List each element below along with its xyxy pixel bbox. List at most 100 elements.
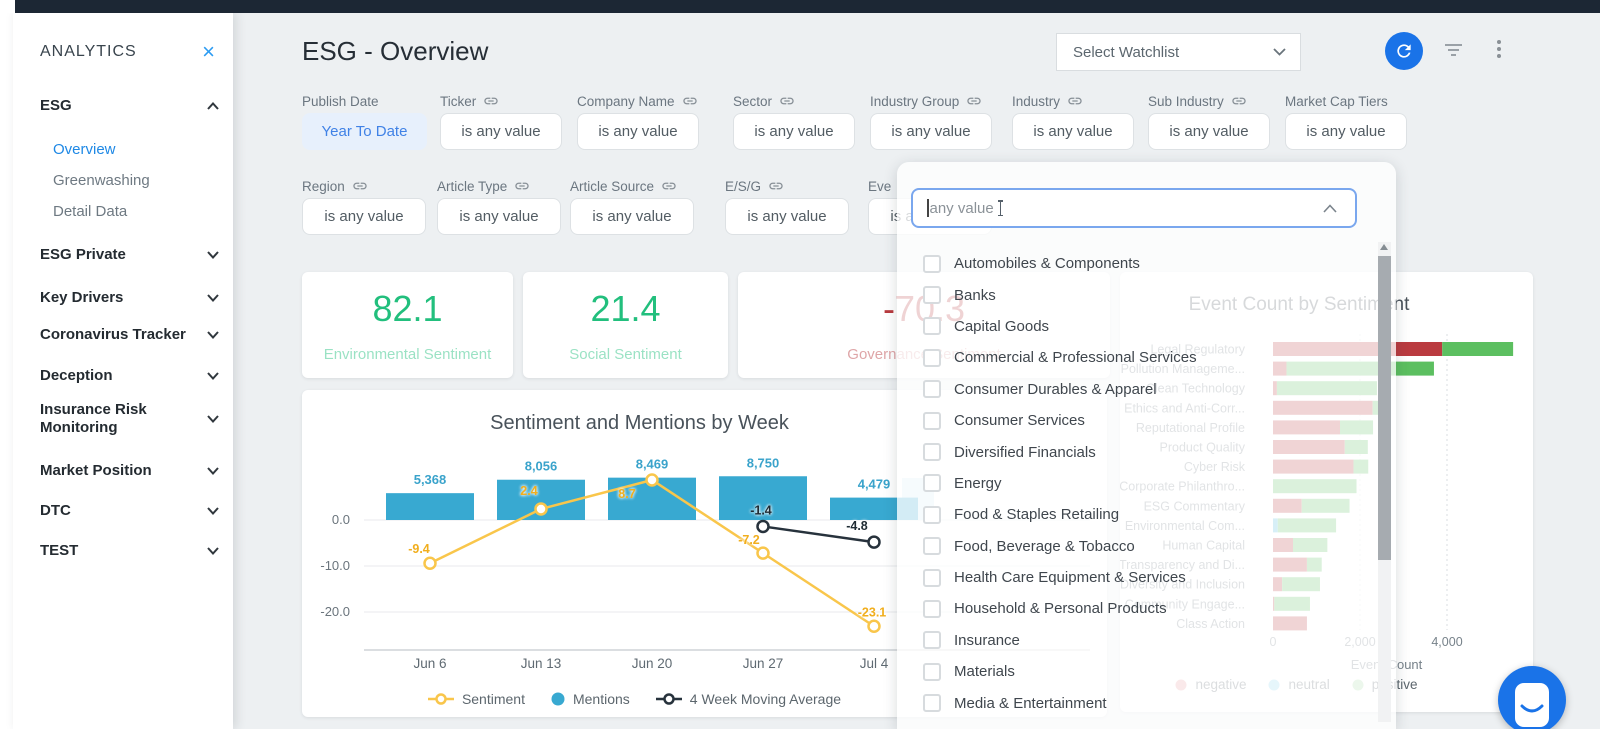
- legend-item-4-week-moving-average[interactable]: 4 Week Moving Average: [656, 691, 841, 707]
- checkbox[interactable]: [923, 474, 941, 492]
- filter-value-button[interactable]: is any value: [570, 198, 694, 235]
- sidebar-item-deception[interactable]: Deception: [40, 367, 219, 384]
- dropdown-option-consumer-services[interactable]: Consumer Services: [897, 405, 1370, 436]
- link-icon: [768, 178, 784, 194]
- checkbox[interactable]: [923, 443, 941, 461]
- dropdown-option-consumer-durables-apparel[interactable]: Consumer Durables & Apparel: [897, 374, 1370, 405]
- dropdown-option-food-beverage-tobacco[interactable]: Food, Beverage & Tobacco: [897, 531, 1370, 562]
- dropdown-option-household-personal-products[interactable]: Household & Personal Products: [897, 593, 1370, 624]
- moving-average-point[interactable]: [869, 537, 880, 548]
- sidebar-item-market-position[interactable]: Market Position: [40, 462, 219, 479]
- sentiment-point[interactable]: [425, 558, 436, 569]
- checkbox[interactable]: [923, 380, 941, 398]
- dropdown-option-label: Insurance: [954, 632, 1020, 649]
- filter-value-button[interactable]: is any value: [733, 113, 855, 150]
- dropdown-option-diversified-financials[interactable]: Diversified Financials: [897, 436, 1370, 467]
- dropdown-option-banks[interactable]: Banks: [897, 279, 1370, 310]
- filter-value-button[interactable]: is any value: [870, 113, 992, 150]
- sidebar-item-label: ESG Private: [40, 246, 126, 263]
- filter-label: Market Cap Tiers: [1285, 93, 1388, 109]
- filter-label-text: Article Source: [570, 179, 654, 194]
- checkbox[interactable]: [923, 349, 941, 367]
- checkbox[interactable]: [923, 506, 941, 524]
- checkbox[interactable]: [923, 317, 941, 335]
- filter-value-button[interactable]: is any value: [1012, 113, 1134, 150]
- filter-value-button[interactable]: Year To Date: [302, 113, 427, 150]
- dropdown-option-label: Health Care Equipment & Services: [954, 569, 1186, 586]
- dropdown-scrollbar-thumb[interactable]: [1378, 256, 1391, 560]
- kpi-card: 21.4Social Sentiment: [523, 272, 728, 378]
- checkbox[interactable]: [923, 537, 941, 555]
- sentiment-point[interactable]: [647, 474, 658, 485]
- sidebar-gutter: [0, 13, 13, 729]
- dropdown-option-capital-goods[interactable]: Capital Goods: [897, 311, 1370, 342]
- moving-average-point[interactable]: [758, 521, 769, 532]
- positive-bar-segment[interactable]: [1442, 342, 1513, 356]
- refresh-button[interactable]: [1385, 32, 1423, 70]
- chevron-up-icon: [207, 102, 219, 110]
- sidebar-item-insurance-risk-monitoring[interactable]: Insurance Risk Monitoring: [40, 401, 219, 437]
- checkbox[interactable]: [923, 663, 941, 681]
- scroll-up-arrow-icon[interactable]: [1380, 244, 1388, 250]
- dropdown-option-automobiles-components[interactable]: Automobiles & Components: [897, 248, 1370, 279]
- legend-item-mentions[interactable]: Mentions: [551, 691, 630, 707]
- checkbox[interactable]: [923, 286, 941, 304]
- sidebar-item-detail-data[interactable]: Detail Data: [53, 203, 127, 220]
- dropdown-option-health-care-equipment-services[interactable]: Health Care Equipment & Services: [897, 562, 1370, 593]
- sidebar-item-key-drivers[interactable]: Key Drivers: [40, 289, 219, 306]
- legend-label: Mentions: [573, 691, 630, 707]
- dropdown-search-input[interactable]: any value: [911, 188, 1357, 228]
- filter-value-button[interactable]: is any value: [440, 113, 562, 150]
- dropdown-option-commercial-professional-services[interactable]: Commercial & Professional Services: [897, 342, 1370, 373]
- refresh-icon: [1394, 41, 1414, 61]
- filter-label: Eve: [868, 178, 891, 194]
- svg-text:-20.0: -20.0: [320, 604, 350, 619]
- filter-value-button[interactable]: is any value: [577, 113, 699, 150]
- dropdown-option-energy[interactable]: Energy: [897, 468, 1370, 499]
- sentiment-point[interactable]: [536, 503, 547, 514]
- dropdown-option-label: Household & Personal Products: [954, 600, 1167, 617]
- filter-icon[interactable]: [1444, 44, 1462, 58]
- sentiment-point[interactable]: [869, 621, 880, 632]
- sidebar-item-dtc[interactable]: DTC: [40, 502, 219, 519]
- dropdown-option-insurance[interactable]: Insurance: [897, 625, 1370, 656]
- svg-text:-1.4: -1.4: [750, 503, 772, 517]
- sidebar-item-greenwashing[interactable]: Greenwashing: [53, 172, 150, 189]
- watchlist-select[interactable]: Select Watchlist: [1056, 33, 1301, 71]
- sidebar-item-overview[interactable]: Overview: [53, 141, 116, 158]
- filter-value-button[interactable]: is any value: [437, 198, 561, 235]
- checkbox[interactable]: [923, 412, 941, 430]
- mentions-bar[interactable]: [386, 493, 474, 520]
- sidebar-close-icon[interactable]: ×: [202, 43, 215, 61]
- dropdown-option-food-staples-retailing[interactable]: Food & Staples Retailing: [897, 499, 1370, 530]
- sidebar-item-coronavirus-tracker[interactable]: Coronavirus Tracker: [40, 326, 219, 343]
- legend-symbol: [551, 692, 565, 706]
- filter-label: Sub Industry: [1148, 93, 1247, 109]
- filter-label: Publish Date: [302, 93, 379, 109]
- kebab-menu-icon[interactable]: [1494, 40, 1504, 61]
- sidebar-item-test[interactable]: TEST: [40, 542, 219, 559]
- sidebar-item-esg[interactable]: ESG: [40, 97, 219, 114]
- legend-label: 4 Week Moving Average: [690, 691, 841, 707]
- checkbox[interactable]: [923, 600, 941, 618]
- filter-value-button[interactable]: is any value: [1285, 113, 1407, 150]
- checkbox[interactable]: [923, 569, 941, 587]
- chevron-up-icon: [1323, 204, 1337, 213]
- filter-value-button[interactable]: is any value: [302, 198, 426, 235]
- dropdown-option-label: Commercial & Professional Services: [954, 349, 1197, 366]
- kpi-value: 82.1: [302, 288, 513, 330]
- legend-item-sentiment[interactable]: Sentiment: [428, 691, 525, 707]
- checkbox[interactable]: [923, 255, 941, 273]
- sentiment-point[interactable]: [758, 548, 769, 559]
- dropdown-option-materials[interactable]: Materials: [897, 656, 1370, 687]
- filter-value-button[interactable]: is any value: [725, 198, 849, 235]
- chevron-down-icon: [207, 507, 219, 515]
- sidebar-item-esg-private[interactable]: ESG Private: [40, 246, 219, 263]
- kpi-label: Environmental Sentiment: [302, 346, 513, 363]
- filter-value-button[interactable]: is any value: [1148, 113, 1270, 150]
- dropdown-option-label: Automobiles & Components: [954, 255, 1140, 272]
- checkbox[interactable]: [923, 631, 941, 649]
- chat-widget-button[interactable]: [1498, 666, 1566, 729]
- checkbox[interactable]: [923, 694, 941, 712]
- dropdown-option-media-entertainment[interactable]: Media & Entertainment: [897, 687, 1370, 718]
